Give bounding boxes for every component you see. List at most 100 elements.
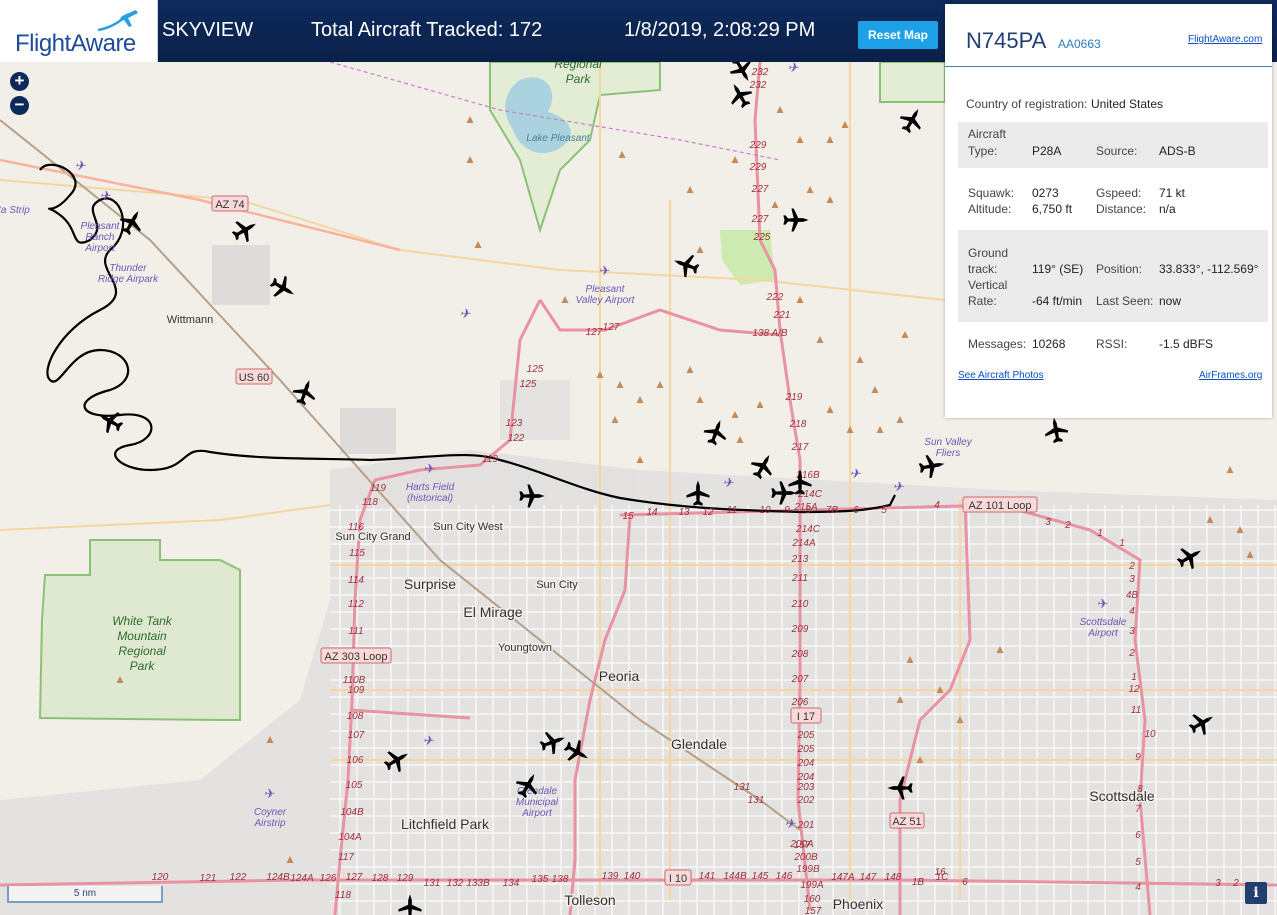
route-shield: US 60 [235,368,273,385]
route-shield-label: US 60 [239,372,270,384]
park-label: Mountain [117,629,167,643]
mile-marker: 107 [348,730,365,741]
reset-map-button[interactable]: Reset Map [858,21,938,49]
flightaware-logo[interactable]: FlightAware [0,0,158,62]
messages-label: Messages: [968,337,1027,351]
route-shield-label: AZ 74 [215,199,244,211]
mile-marker: 205 [797,744,815,755]
mile-marker: 157 [805,906,822,915]
rssi-value: -1.5 dBFS [1159,337,1214,351]
source-label: Source: [1096,144,1138,158]
track-label: track: [968,262,998,276]
distance-label: Distance: [1096,202,1147,216]
mile-marker: 221 [773,310,791,321]
mile-marker: 144B [723,871,747,882]
airport-label: Fliers [936,448,960,459]
place-label: Peoria [599,668,640,684]
airport-label: Airstrip [253,818,286,829]
country-value: United States [1091,97,1164,111]
mile-marker: 214C [795,524,821,535]
mile-marker: 160 [804,894,821,905]
mile-marker: 14 [646,507,658,518]
total-aircraft-tracked: Total Aircraft Tracked: 172 [311,19,543,41]
mile-marker: 1 [1131,672,1137,683]
tail-number: N745PA [966,28,1047,53]
mile-marker: 148 [885,872,902,883]
flight-number[interactable]: AA0663 [1058,37,1101,51]
mile-marker: 119 [370,483,386,494]
mile-marker: 3 [1215,878,1221,889]
mile-marker: 120 [152,872,169,883]
mile-marker: 123 [506,418,523,429]
track-row: Ground track: 119° (SE) Position: 33.833… [958,230,1268,322]
mile-marker: 127 [586,327,603,338]
altitude-label: Altitude: [968,202,1012,216]
type-label: Type: [968,144,998,158]
mile-marker: 145 [752,871,769,882]
type-value: P28A [1032,144,1062,158]
airport-icon: ✈ [788,60,800,75]
position-value: 33.833°, -112.569° [1159,262,1259,276]
mile-marker: 2 [1128,648,1135,659]
mile-marker: 227 [751,184,769,195]
rate-label: Rate: [968,294,997,308]
airport-icon: ✈ [600,263,611,278]
mile-marker: 139 [602,871,619,882]
mile-marker: 2 [1128,561,1135,572]
mile-marker: 7B [826,505,839,516]
airport-icon: ✈ [423,733,435,748]
source-value: ADS-B [1159,144,1196,158]
place-label: Sun City West [433,521,503,533]
mile-marker: 119 [482,454,498,465]
flightaware-link[interactable]: FlightAware.com [1188,34,1262,45]
mile-marker: 4 [934,500,940,511]
mile-marker: 15 [622,511,634,522]
position-label: Position: [1096,262,1143,276]
mile-marker: 118 [362,497,378,508]
airport-icon: ✈ [75,158,87,173]
zoom-out-button[interactable]: − [10,96,29,115]
last-seen-value: now [1159,294,1182,308]
mile-marker: 200B [793,852,818,863]
mile-marker: 132 [447,878,464,889]
mile-marker: 121 [200,873,217,884]
route-shield-label: AZ 51 [892,816,921,828]
park-label: Park [130,659,156,673]
mile-marker: 2 [1232,878,1239,889]
mile-marker: 214A [791,538,816,549]
airport-icon: ✈ [460,306,472,321]
route-shield: AZ 51 [889,812,925,829]
mile-marker: 199A [800,880,824,891]
type-row: Aircraft Type: P28A Source: ADS-B [958,122,1268,168]
route-shield-label: I 10 [669,873,687,885]
mile-marker: 3 [1045,517,1051,528]
mile-marker: 134 [503,878,520,889]
info-button[interactable]: i [1245,882,1267,904]
mile-marker: 208 [791,649,809,660]
mile-marker: 147A [831,872,855,883]
route-shield: AZ 303 Loop [320,647,392,664]
aircraft-label: Aircraft [968,127,1007,141]
lake-label: Lake Pleasant [526,133,591,144]
route-shield-label: I 17 [797,711,815,723]
mile-marker: 222 [766,292,784,303]
mile-marker: 133B [466,878,490,889]
mile-marker: 147 [860,872,877,883]
place-label: Scottsdale [1089,788,1155,804]
ground-label: Ground [968,246,1009,260]
place-label: Litchfield Park [401,816,490,832]
park-label: Regional [118,644,166,658]
place-label: Surprise [404,576,456,592]
place-label: Tolleson [564,892,615,908]
mile-marker: 205 [797,730,815,741]
mile-marker: 124A [290,873,314,884]
see-aircraft-photos-link[interactable]: See Aircraft Photos [958,370,1044,381]
airport-icon: ✈ [893,479,905,494]
zoom-in-button[interactable]: + [10,72,29,91]
mile-marker: 5 [881,505,887,516]
airframes-link[interactable]: AirFrames.org [1199,370,1262,381]
mile-marker: 1B [912,877,925,888]
mile-marker: 125 [527,364,544,375]
place-label: Sun City Grand [335,531,410,543]
mile-marker: 106 [347,755,364,766]
